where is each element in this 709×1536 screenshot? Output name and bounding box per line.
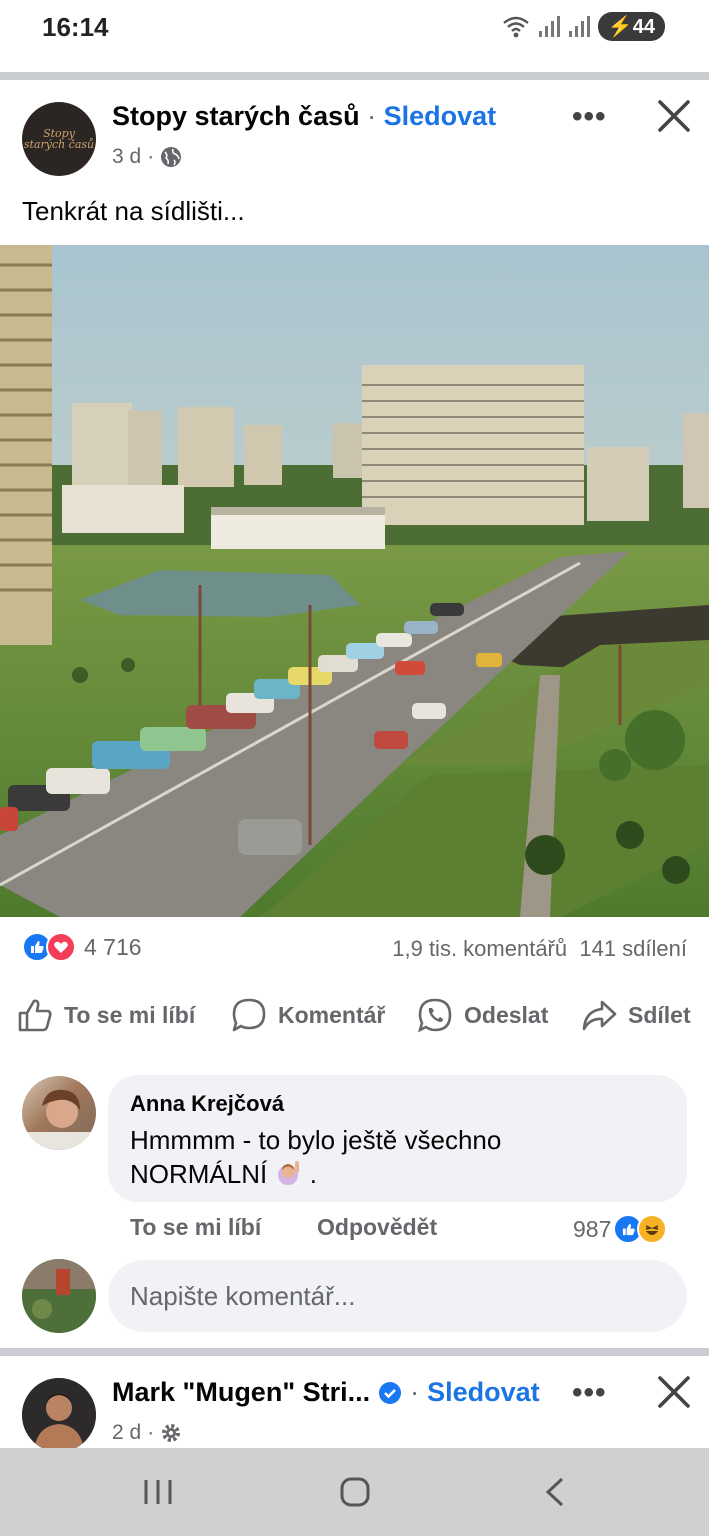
comments-count[interactable]: 1,9 tis. komentářů bbox=[392, 936, 567, 961]
status-time: 16:14 bbox=[42, 12, 109, 42]
next-post-follow-button[interactable]: Sledovat bbox=[427, 1377, 540, 1408]
send-label: Odeslat bbox=[464, 1001, 549, 1028]
page-avatar-logo: Stopy starých časů bbox=[23, 127, 95, 151]
next-post-meta: 2 d · bbox=[112, 1421, 182, 1445]
shares-count[interactable]: 141 sdílení bbox=[579, 936, 687, 961]
battery-indicator: ⚡44 bbox=[597, 12, 665, 41]
comment-reaction-count: 987 bbox=[573, 1215, 612, 1242]
next-post-header: Mark "Mugen" Stri... · Sledovat bbox=[112, 1377, 540, 1408]
next-post-separator: · bbox=[410, 1377, 420, 1407]
settings-gear-icon bbox=[162, 1424, 181, 1442]
back-icon[interactable] bbox=[542, 1476, 566, 1508]
like-label: To se mi líbí bbox=[64, 1001, 196, 1028]
send-button[interactable]: Odeslat bbox=[416, 996, 548, 1034]
next-post-more-options-icon[interactable]: ••• bbox=[572, 1376, 607, 1410]
love-reaction-icon bbox=[46, 932, 76, 962]
close-icon[interactable] bbox=[654, 96, 694, 136]
more-options-icon[interactable]: ••• bbox=[572, 100, 607, 134]
status-bar: 16:14 ⚡44 bbox=[0, 0, 709, 72]
comment-bubble[interactable]: Anna Krejčová Hmmmm - to bylo ještě všec… bbox=[108, 1075, 687, 1202]
post-text: Tenkrát na sídlišti... bbox=[22, 196, 245, 226]
share-label: Sdílet bbox=[628, 1001, 691, 1028]
share-icon bbox=[582, 1000, 617, 1031]
post-meta: 3 d · bbox=[112, 145, 182, 169]
post-header: Stopy starých časů · Sledovat bbox=[112, 101, 496, 132]
verified-badge-icon bbox=[379, 1381, 402, 1404]
raising-hand-emoji-icon bbox=[274, 1159, 302, 1187]
comment-icon bbox=[232, 998, 266, 1032]
comment-like-button[interactable]: To se mi líbí bbox=[130, 1214, 261, 1241]
home-icon[interactable] bbox=[339, 1476, 371, 1508]
recent-apps-icon[interactable] bbox=[142, 1478, 174, 1506]
current-user-avatar[interactable] bbox=[22, 1259, 96, 1333]
next-post-page-name[interactable]: Mark "Mugen" Stri... bbox=[112, 1377, 370, 1408]
comment-placeholder: Napište komentář... bbox=[130, 1280, 356, 1311]
follow-button[interactable]: Sledovat bbox=[384, 101, 497, 131]
signal-icon bbox=[538, 15, 560, 37]
reaction-count: 4 716 bbox=[84, 933, 142, 960]
post-photo[interactable] bbox=[0, 245, 709, 917]
comment-line-2: NORMÁLNÍ bbox=[130, 1159, 268, 1189]
comment-reactions[interactable]: 987 bbox=[573, 1214, 668, 1244]
post-stats: 1,9 tis. komentářů 141 sdílení bbox=[392, 936, 687, 962]
comment-line-1: Hmmmm - to bylo ještě všechno bbox=[130, 1125, 502, 1155]
page-name[interactable]: Stopy starých časů bbox=[112, 101, 360, 131]
thumbs-up-icon bbox=[18, 999, 52, 1032]
comment-end: . bbox=[309, 1159, 317, 1189]
globe-icon bbox=[161, 147, 182, 167]
comment-author[interactable]: Anna Krejčová bbox=[130, 1091, 284, 1117]
next-post-time[interactable]: 2 d bbox=[112, 1421, 141, 1445]
comment-reply-button[interactable]: Odpovědět bbox=[317, 1214, 437, 1241]
haha-reaction-icon bbox=[637, 1214, 668, 1244]
status-icons: ⚡44 bbox=[502, 12, 665, 41]
comment-text: Hmmmm - to bylo ještě všechno NORMÁLNÍ . bbox=[130, 1123, 670, 1191]
system-navigation-bar bbox=[0, 1448, 709, 1536]
wifi-icon bbox=[503, 16, 529, 37]
name-separator: · bbox=[367, 101, 377, 131]
page-avatar[interactable]: Stopy starých časů bbox=[22, 102, 96, 176]
share-button[interactable]: Sdílet bbox=[580, 996, 691, 1034]
signal-icon-2 bbox=[568, 15, 590, 37]
whatsapp-icon bbox=[417, 998, 452, 1033]
next-post-meta-separator: · bbox=[147, 1421, 155, 1444]
feed-divider bbox=[0, 72, 709, 80]
battery-level: 44 bbox=[632, 16, 655, 38]
next-post-avatar[interactable] bbox=[22, 1378, 96, 1452]
post-action-bar: To se mi líbí Komentář Odeslat Sdílet bbox=[0, 996, 709, 1044]
housing-estate-illustration bbox=[0, 245, 709, 917]
commenter-avatar[interactable] bbox=[22, 1076, 96, 1150]
post-time[interactable]: 3 d bbox=[112, 145, 141, 169]
meta-separator: · bbox=[147, 145, 155, 168]
reaction-summary[interactable]: 4 716 bbox=[22, 932, 142, 962]
like-button[interactable]: To se mi líbí bbox=[16, 996, 195, 1034]
comment-input[interactable]: Napište komentář... bbox=[108, 1260, 687, 1332]
comment-button[interactable]: Komentář bbox=[230, 996, 385, 1034]
next-post-close-icon[interactable] bbox=[654, 1372, 694, 1412]
comment-label: Komentář bbox=[278, 1001, 386, 1028]
feed-divider-2 bbox=[0, 1348, 709, 1356]
